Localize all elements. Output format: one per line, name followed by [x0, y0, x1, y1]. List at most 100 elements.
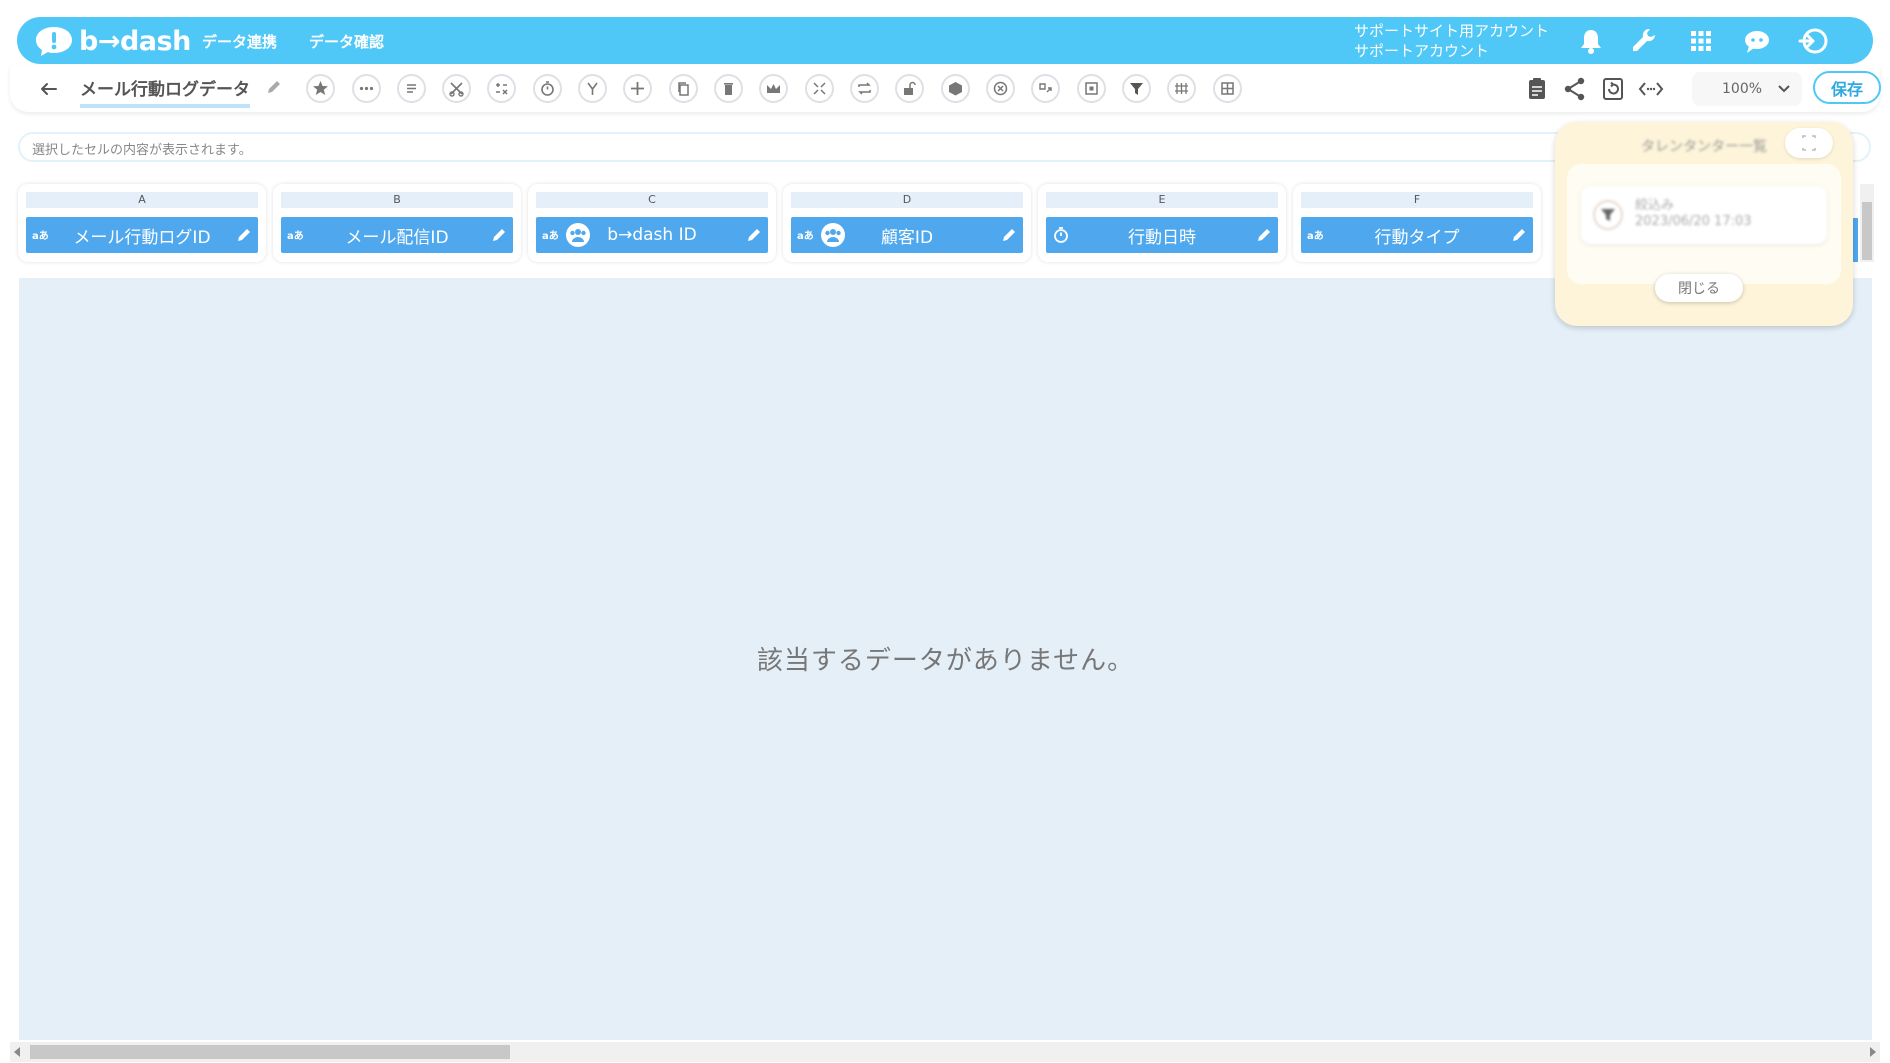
code-brackets-icon[interactable]: [1638, 76, 1664, 102]
column-letter: F: [1301, 192, 1533, 208]
chat-support-icon[interactable]: [1741, 25, 1773, 57]
history-icon[interactable]: [1600, 76, 1626, 102]
column-e[interactable]: E 行動日時: [1038, 184, 1286, 262]
nav-data-integration[interactable]: データ連携: [202, 31, 277, 52]
pencil-icon[interactable]: [236, 227, 252, 243]
bell-icon[interactable]: [1575, 25, 1607, 57]
nav-data-confirmation[interactable]: データ確認: [309, 31, 384, 52]
calculation-button[interactable]: [487, 74, 516, 103]
stopwatch-icon: [541, 81, 554, 96]
column-header[interactable]: aあ 行動タイプ: [1301, 217, 1533, 253]
filter-button[interactable]: [1122, 74, 1151, 103]
scroll-left-arrow-icon[interactable]: [14, 1047, 20, 1057]
vertical-scrollbar[interactable]: [1860, 184, 1874, 262]
column-d[interactable]: D aあ 顧客ID: [783, 184, 1031, 262]
crown-icon: [767, 84, 780, 93]
convert-button[interactable]: [850, 74, 879, 103]
ranking-button[interactable]: [759, 74, 788, 103]
panel-item-date: 2023/06/20 17:03: [1635, 214, 1752, 229]
more-options-button[interactable]: [352, 74, 381, 103]
remove-button[interactable]: [986, 74, 1015, 103]
add-column-button[interactable]: [623, 74, 652, 103]
zoom-select[interactable]: 100%: [1692, 72, 1802, 106]
column-letter: C: [536, 192, 768, 208]
column-a[interactable]: A aあ メール行動ログID: [18, 184, 266, 262]
replace-icon: [1039, 83, 1052, 93]
top-header: b→dash データ連携 データ確認 サポートサイト用アカウント サポートアカウ…: [17, 17, 1873, 64]
back-arrow-icon[interactable]: [38, 78, 60, 100]
chevron-down-icon: [1776, 80, 1792, 96]
column-f[interactable]: F aあ 行動タイプ: [1293, 184, 1541, 262]
column-name: メール配信ID: [345, 227, 449, 248]
close-button[interactable]: 閉じる: [1655, 274, 1743, 302]
column-letter: B: [281, 192, 513, 208]
column-header[interactable]: aあ b→dash ID: [536, 217, 768, 253]
text-type-icon: aあ: [32, 231, 49, 242]
plus-icon: [631, 82, 644, 95]
split-tool-button[interactable]: [442, 74, 471, 103]
group-button[interactable]: [1167, 74, 1196, 103]
timer-icon: [1052, 226, 1070, 244]
logo[interactable]: b→dash: [33, 23, 191, 59]
logo-text: b→dash: [79, 25, 191, 57]
pencil-icon[interactable]: [1001, 227, 1017, 243]
frame-icon: [1085, 82, 1098, 95]
filter-circle-icon: [1593, 200, 1623, 230]
column-header[interactable]: aあ 顧客ID: [791, 217, 1023, 253]
column-name: 顧客ID: [880, 227, 934, 248]
text-lines-button[interactable]: [397, 74, 426, 103]
text-type-icon: aあ: [287, 231, 304, 242]
logout-icon[interactable]: [1797, 25, 1829, 57]
copy-button[interactable]: [669, 74, 698, 103]
speech-bubble-logo-icon: [33, 25, 75, 57]
clipboard-icon[interactable]: [1524, 76, 1550, 102]
panel-list-item[interactable]: 絞込み 2023/06/20 17:03: [1581, 186, 1827, 244]
account-site-name: サポートサイト用アカウント: [1354, 22, 1550, 40]
text-type-icon: aあ: [1307, 231, 1324, 242]
scissors-icon: [449, 82, 464, 97]
merge-icon: [587, 82, 598, 95]
column-letter: D: [791, 192, 1023, 208]
column-header[interactable]: 行動日時: [1046, 217, 1278, 253]
replace-button[interactable]: [1031, 74, 1060, 103]
pencil-icon[interactable]: [491, 227, 507, 243]
delete-button[interactable]: [714, 74, 743, 103]
column-letter: E: [1046, 192, 1278, 208]
scroll-right-arrow-icon[interactable]: [1870, 1047, 1876, 1057]
wrench-icon[interactable]: [1629, 25, 1661, 57]
pencil-icon[interactable]: [746, 227, 762, 243]
filter-icon: [1130, 83, 1143, 95]
trash-icon: [724, 83, 733, 95]
account-info[interactable]: サポートサイト用アカウント サポートアカウント: [1354, 21, 1549, 61]
package-button[interactable]: [941, 74, 970, 103]
vertical-scroll-thumb[interactable]: [1862, 202, 1872, 260]
expand-button[interactable]: [805, 74, 834, 103]
merge-button[interactable]: [578, 74, 607, 103]
horizontal-scroll-thumb[interactable]: [30, 1045, 510, 1059]
frame-button[interactable]: [1077, 74, 1106, 103]
pencil-icon[interactable]: [1511, 227, 1527, 243]
favorite-star-button[interactable]: [306, 74, 335, 103]
document-title[interactable]: メール行動ログデータ: [80, 75, 250, 108]
column-header[interactable]: aあ メール行動ログID: [26, 217, 258, 253]
zoom-value: 100%: [1722, 81, 1763, 97]
ellipsis-icon: [359, 86, 374, 91]
edit-title-pencil-icon[interactable]: [265, 78, 283, 96]
apps-grid-icon[interactable]: [1685, 25, 1717, 57]
pivot-button[interactable]: [1213, 74, 1242, 103]
save-button[interactable]: 保存: [1813, 71, 1881, 104]
text-type-icon: aあ: [797, 231, 814, 242]
share-icon[interactable]: [1562, 76, 1588, 102]
horizontal-scrollbar[interactable]: [10, 1042, 1880, 1062]
pencil-icon[interactable]: [1256, 227, 1272, 243]
column-name: 行動日時: [1128, 227, 1196, 248]
lines-icon: [407, 84, 416, 93]
column-b[interactable]: B aあ メール配信ID: [273, 184, 521, 262]
column-letter: A: [26, 192, 258, 208]
unique-button[interactable]: [895, 74, 924, 103]
panel-expand-button[interactable]: [1785, 128, 1833, 158]
close-circle-icon: [993, 81, 1008, 96]
column-c[interactable]: C aあ b→dash ID: [528, 184, 776, 262]
column-header[interactable]: aあ メール配信ID: [281, 217, 513, 253]
datetime-button[interactable]: [533, 74, 562, 103]
